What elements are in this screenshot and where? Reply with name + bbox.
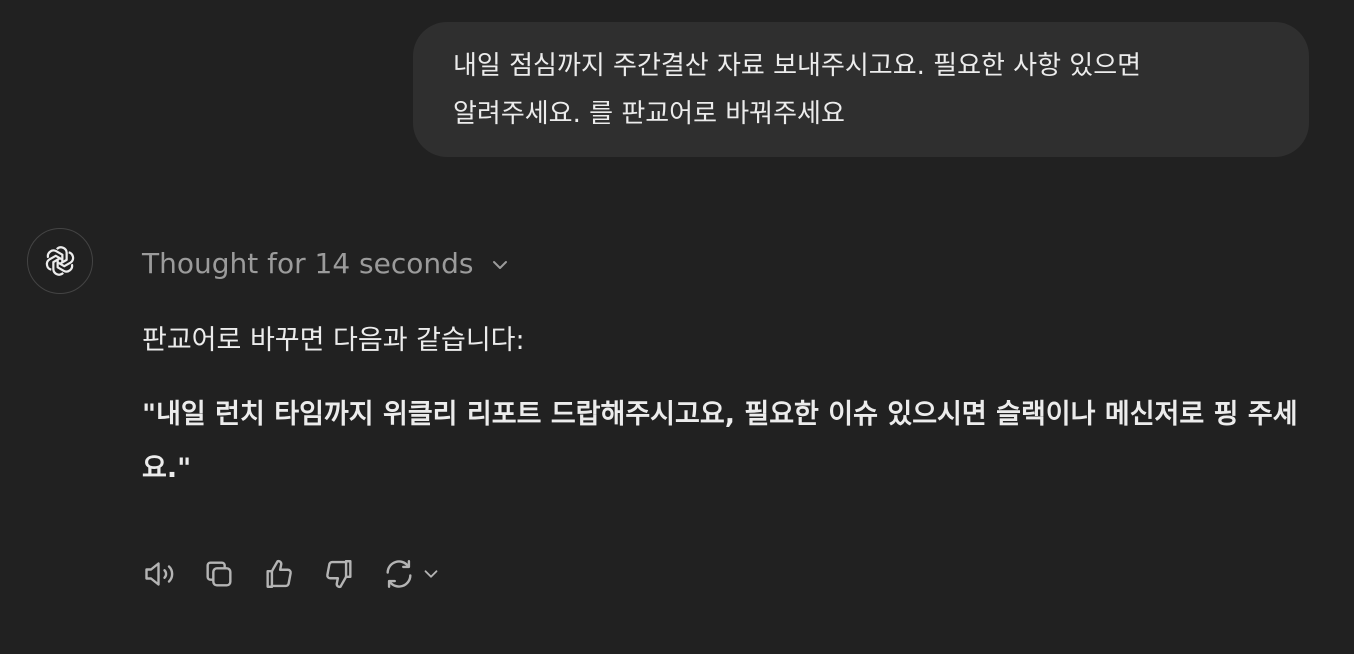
bad-response-button[interactable] [322,552,382,596]
thought-toggle[interactable]: Thought for 14 seconds [142,236,1322,290]
thumbs-up-icon [266,559,292,588]
regenerate-button[interactable] [382,552,462,596]
user-message-text: 내일 점심까지 주간결산 자료 보내주시고요. 필요한 사항 있으면 알려주세요… [453,51,1142,129]
openai-logo-icon [45,246,75,276]
read-aloud-button[interactable] [142,552,202,596]
copy-button[interactable] [202,552,262,596]
thumbs-down-icon [326,560,352,589]
good-response-button[interactable] [262,552,322,596]
reply-quote: "내일 런치 타임까지 위클리 리포트 드랍해주시고요, 필요한 이슈 있으시면… [142,399,1298,484]
assistant-message: Thought for 14 seconds 판교어로 바꾸면 다음과 같습니다… [142,236,1322,496]
thought-label: Thought for 14 seconds [142,246,474,280]
chevron-down-icon [492,261,507,269]
assistant-avatar [27,228,93,294]
message-actions [142,552,462,596]
chat-page: 내일 점심까지 주간결산 자료 보내주시고요. 필요한 사항 있으면 알려주세요… [0,0,1354,654]
chevron-down-icon [424,570,438,578]
user-message-bubble: 내일 점심까지 주간결산 자료 보내주시고요. 필요한 사항 있으면 알려주세요… [413,22,1309,157]
copy-icon [206,561,232,587]
regenerate-icon [386,560,412,588]
reply-intro: 판교어로 바꾸면 다음과 같습니다: [142,325,525,356]
speaker-icon [145,562,174,586]
